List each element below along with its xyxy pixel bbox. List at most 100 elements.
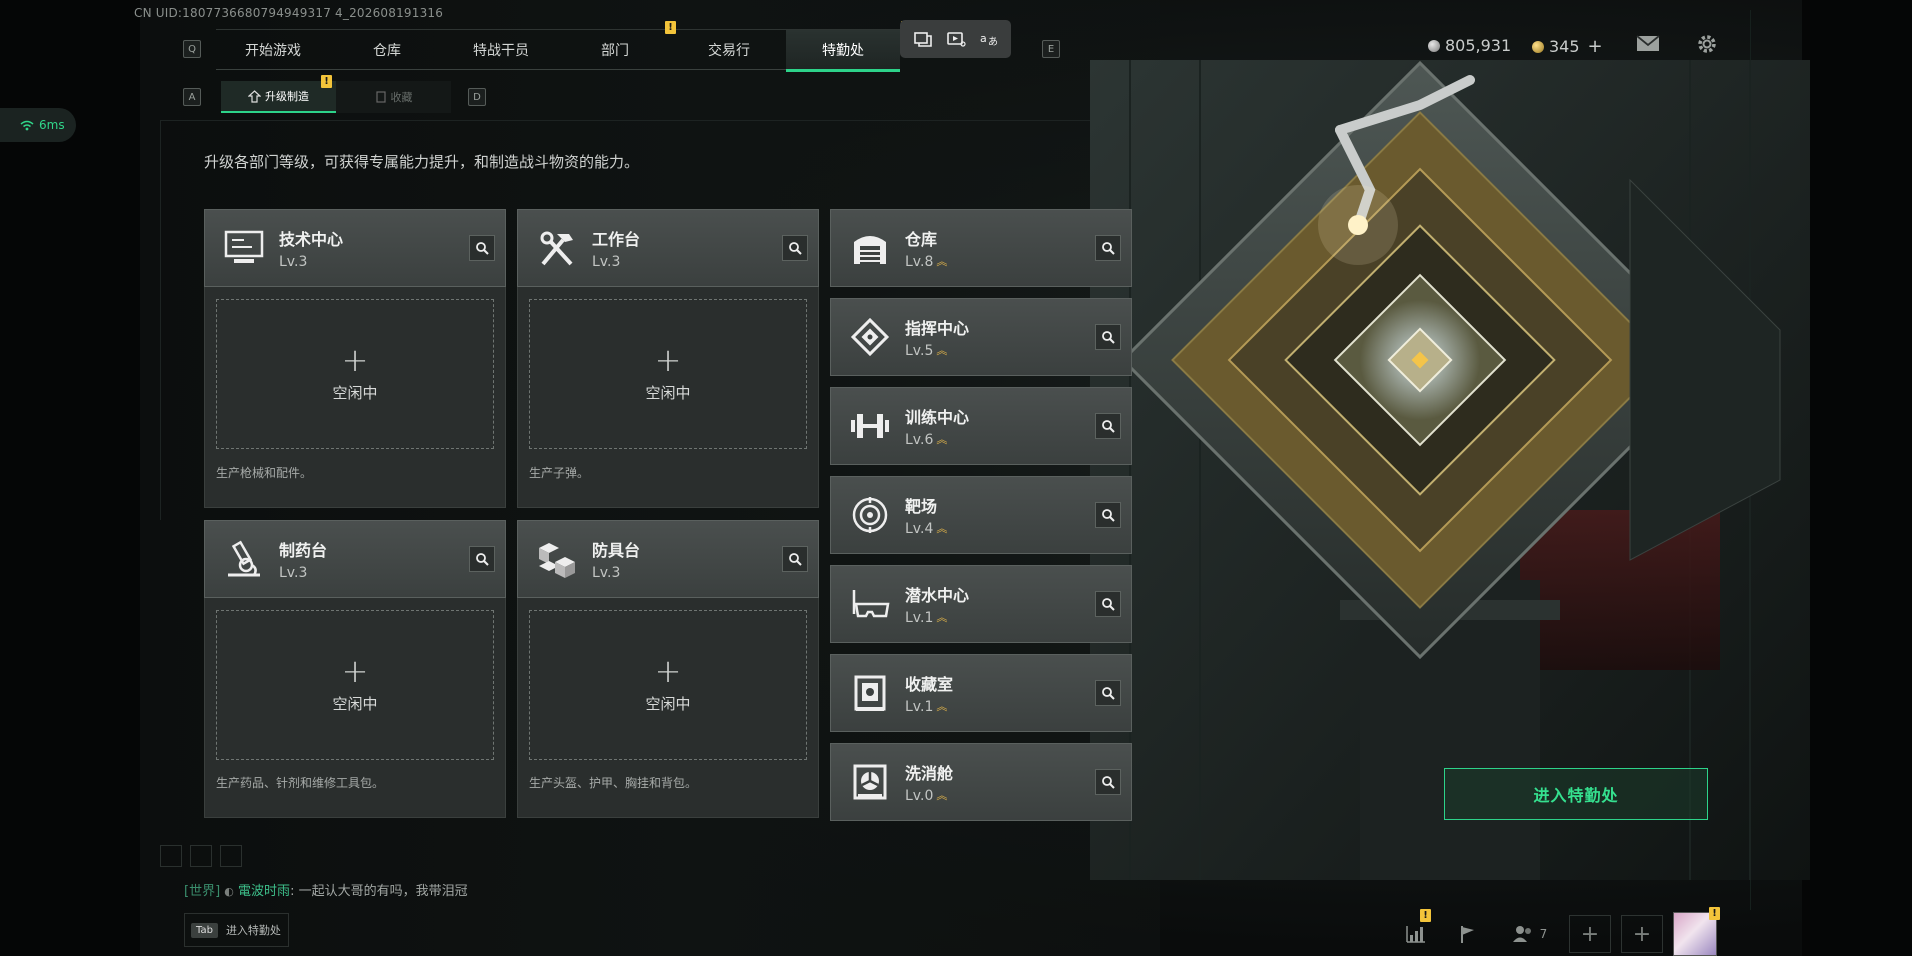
facility-row-warehouse[interactable]: 仓库 Lv.8 ︽ (830, 209, 1132, 287)
search-icon (476, 242, 489, 255)
chat-expand-button[interactable] (190, 845, 212, 867)
card-header[interactable]: 防具台 Lv.3 (517, 520, 819, 598)
translate-button[interactable]: aあ (976, 26, 1002, 52)
inspect-button[interactable] (1095, 591, 1121, 617)
ping-value: 6ms (39, 118, 65, 132)
slot-status: 空闲中 (332, 383, 378, 402)
tab-trade-market[interactable]: 交易行 (672, 30, 786, 70)
tab-operators[interactable]: 特战干员 (444, 30, 558, 70)
tab-label: 部门 (601, 43, 629, 59)
chat-channel: [世界] (184, 884, 221, 899)
facility-level: Lv.6 (905, 432, 934, 448)
inspect-button[interactable] (1095, 680, 1121, 706)
chat-controls (160, 845, 242, 867)
slot-status: 空闲中 (332, 694, 378, 713)
subtab-collection[interactable]: 收藏 (336, 81, 451, 113)
right-letterbox (1802, 0, 1912, 956)
tab-label: 特战干员 (473, 43, 529, 59)
card-header[interactable]: 技术中心 Lv.3 (204, 209, 506, 287)
plus-icon: + (341, 651, 369, 690)
player-uid: CN UID:1807736680794949317 4_20260819131… (134, 6, 444, 20)
facility-level: Lv.1 (905, 699, 934, 715)
search-icon (1102, 331, 1115, 344)
facility-row-decontamination[interactable]: 洗消舱 Lv.0 ︽ (830, 743, 1132, 821)
chat-settings-button[interactable] (220, 845, 242, 867)
network-ping: 6ms (0, 108, 76, 142)
slot-status: 空闲中 (645, 694, 691, 713)
chat-sender[interactable]: 電波时雨 (238, 884, 290, 899)
inspect-button[interactable] (1095, 413, 1121, 439)
tab-start-game[interactable]: 开始游戏 (216, 30, 330, 70)
inspect-button[interactable] (469, 546, 495, 572)
slot-description: 生产头盔、护甲、胸挂和背包。 (529, 776, 698, 790)
upgrade-available-icon: ︽ (936, 700, 948, 713)
idle-slot[interactable]: + 空闲中 (216, 299, 494, 449)
settings-button[interactable] (1695, 32, 1719, 60)
enter-special-ops-button[interactable]: 进入特勤处 (1444, 768, 1708, 820)
card-header[interactable]: 制药台 Lv.3 (204, 520, 506, 598)
search-icon (1102, 598, 1115, 611)
facility-name: 工作台 (592, 230, 641, 249)
search-icon (1102, 509, 1115, 522)
production-card-pharmacy: 制药台 Lv.3 + 空闲中 生产药品、针剂和维修工具包。 (204, 520, 506, 818)
search-icon (789, 242, 802, 255)
subtab-label: 升级制造 (265, 90, 309, 103)
production-slot-body: + 空闲中 生产药品、针剂和维修工具包。 (204, 598, 506, 818)
facility-name: 指挥中心 (905, 319, 970, 338)
facility-level: Lv.3 (279, 565, 308, 581)
facility-level: Lv.3 (279, 254, 308, 270)
page-description: 升级各部门等级，可获得专属能力提升，和制造战斗物资的能力。 (204, 153, 640, 171)
upgrade-icon (248, 89, 261, 103)
special-ops-cube-artwork (1090, 60, 1810, 880)
inspect-button[interactable] (1095, 502, 1121, 528)
inspect-button[interactable] (1095, 235, 1121, 261)
subtab-upgrade-manufacture[interactable]: 升级制造 ! (221, 75, 336, 113)
record-button[interactable] (943, 26, 969, 52)
idle-slot[interactable]: + 空闲中 (216, 610, 494, 760)
add-squad-slot-button[interactable]: + (1621, 915, 1663, 953)
card-header[interactable]: 工作台 Lv.3 (517, 209, 819, 287)
inspect-button[interactable] (1095, 769, 1121, 795)
mail-button[interactable] (1636, 34, 1660, 58)
tab-special-ops[interactable]: 特勤处 ! (786, 21, 912, 72)
plus-icon: + (654, 651, 682, 690)
tools-icon (532, 223, 582, 273)
tab-warehouse[interactable]: 仓库 (330, 30, 444, 70)
add-squad-slot-button[interactable]: + (1569, 915, 1611, 953)
friends-button[interactable]: 7 (1499, 915, 1559, 953)
inspect-button[interactable] (469, 235, 495, 261)
avatar[interactable]: ! (1673, 907, 1720, 956)
tab-shortcut-hint[interactable]: Tab 进入特勤处 (184, 913, 289, 947)
idle-slot[interactable]: + 空闲中 (529, 299, 807, 449)
warning-badge: ! (321, 75, 332, 88)
svg-text:a: a (980, 32, 987, 45)
screenshot-button[interactable] (910, 26, 936, 52)
inspect-button[interactable] (1095, 324, 1121, 350)
facility-row-collection-room[interactable]: 收藏室 Lv.1 ︽ (830, 654, 1132, 732)
facility-row-shooting-range[interactable]: 靶场 Lv.4 ︽ (830, 476, 1132, 554)
slot-description: 生产药品、针剂和维修工具包。 (216, 776, 385, 790)
facility-level: Lv.3 (592, 565, 621, 581)
inspect-button[interactable] (782, 546, 808, 572)
facility-name: 训练中心 (905, 408, 970, 427)
chat-toggle-button[interactable] (160, 845, 182, 867)
upgrade-available-icon: ︽ (936, 344, 948, 357)
stats-button[interactable]: ! (1395, 909, 1437, 953)
plus-icon: + (1580, 921, 1600, 947)
flag-button[interactable] (1447, 915, 1489, 953)
idle-slot[interactable]: + 空闲中 (529, 610, 807, 760)
facility-row-training-center[interactable]: 训练中心 Lv.6 ︽ (830, 387, 1132, 465)
tab-departments[interactable]: 部门 ! (558, 21, 676, 70)
add-currency-button[interactable]: + (1588, 36, 1603, 57)
chat-message: [世界] ◐ 電波时雨: 一起认大哥的有吗，我带泪冠 (184, 880, 468, 899)
video-record-icon (946, 32, 966, 47)
facility-level: Lv.0 (905, 788, 934, 804)
facility-level: Lv.5 (905, 343, 934, 359)
facility-name: 靶场 (905, 497, 938, 516)
plus-icon: + (1632, 921, 1652, 947)
inspect-button[interactable] (782, 235, 808, 261)
chat-text: : 一起认大哥的有吗，我带泪冠 (290, 884, 468, 899)
gear-icon (1698, 35, 1716, 53)
facility-row-command-center[interactable]: 指挥中心 Lv.5 ︽ (830, 298, 1132, 376)
facility-row-diving-center[interactable]: 潜水中心 Lv.1 ︽ (830, 565, 1132, 643)
